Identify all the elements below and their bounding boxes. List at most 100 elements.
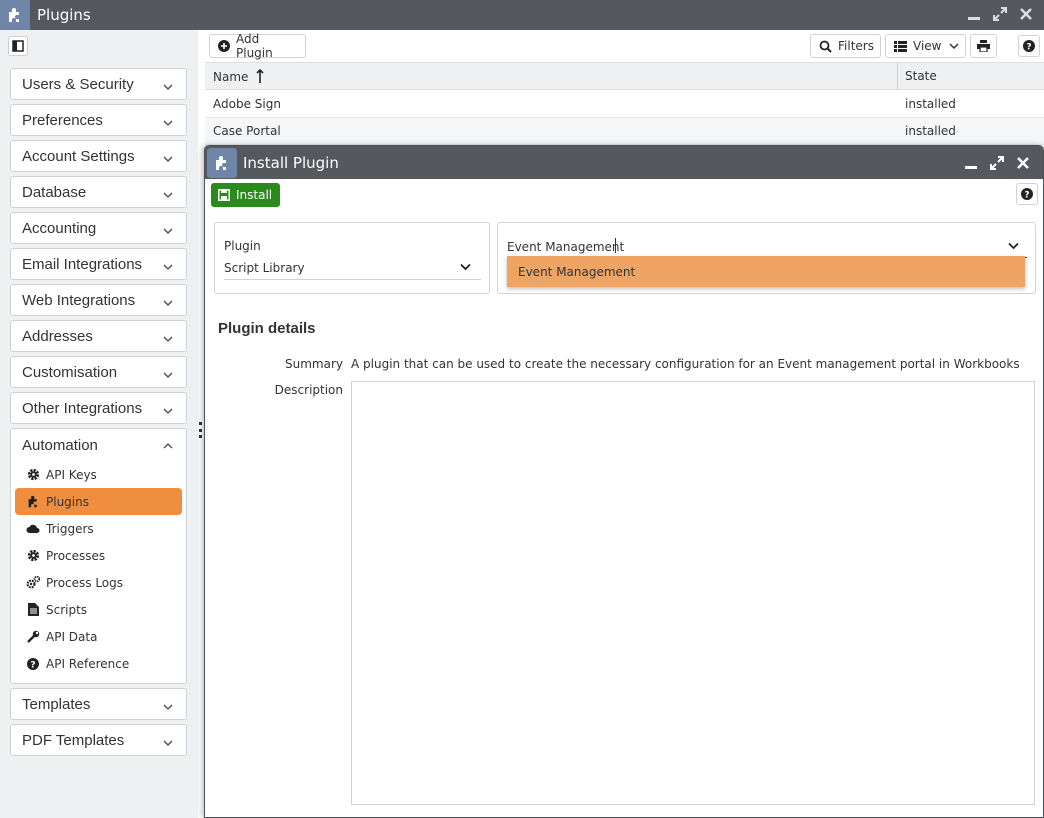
svg-text:?: ? xyxy=(1024,191,1029,201)
help-button[interactable]: ? xyxy=(1018,35,1040,57)
install-button[interactable]: Install xyxy=(211,183,280,207)
splitter-handle[interactable] xyxy=(199,422,202,438)
install-plugin-dialog: Install Plugin Install ? Plugin Script L… xyxy=(204,145,1044,818)
puzzle-icon xyxy=(26,495,40,509)
sidebar-group-customisation[interactable]: Customisation xyxy=(10,356,187,388)
wrench-icon xyxy=(26,630,40,644)
chevron-down-icon[interactable] xyxy=(163,734,173,751)
sidebar-group-database[interactable]: Database xyxy=(10,176,187,208)
sidebar-toggle-icon[interactable] xyxy=(8,36,28,56)
chevron-down-icon[interactable] xyxy=(163,222,173,239)
column-name[interactable]: Name xyxy=(213,68,264,86)
chevron-down-icon[interactable] xyxy=(460,263,471,271)
sidebar-item-label: API Data xyxy=(46,629,98,644)
sidebar-group-account-settings[interactable]: Account Settings xyxy=(10,140,187,172)
sidebar-item-label: Triggers xyxy=(46,521,94,536)
dialog-titlebar: Install Plugin xyxy=(205,146,1043,179)
table-row[interactable]: Case Portal installed xyxy=(205,118,1044,145)
sidebar-group-label: Users & Security xyxy=(22,75,134,93)
sidebar-group-users-security[interactable]: Users & Security xyxy=(10,68,187,100)
print-icon xyxy=(977,40,990,52)
sort-ascending-icon xyxy=(256,68,264,86)
sidebar-group-pdf-templates[interactable]: PDF Templates xyxy=(10,724,187,756)
sidebar-item-api-reference[interactable]: ? API Reference xyxy=(15,650,182,677)
sidebar-item-api-data[interactable]: API Data xyxy=(15,623,182,650)
svg-text:?: ? xyxy=(1026,43,1031,53)
print-button[interactable] xyxy=(970,34,997,58)
filters-button[interactable]: Filters xyxy=(810,34,881,58)
chevron-down-icon[interactable] xyxy=(163,402,173,419)
chevron-down-icon[interactable] xyxy=(163,78,173,95)
sidebar-item-process-logs[interactable]: Process Logs xyxy=(15,569,182,596)
table-row[interactable]: Adobe Sign installed xyxy=(205,91,1044,118)
column-state[interactable]: State xyxy=(905,69,937,83)
maximize-icon[interactable] xyxy=(989,155,1005,171)
file-icon xyxy=(26,603,40,617)
question-icon: ? xyxy=(26,657,40,671)
list-icon xyxy=(894,40,907,52)
sidebar-group-accounting[interactable]: Accounting xyxy=(10,212,187,244)
sidebar-item-triggers[interactable]: Triggers xyxy=(15,515,182,542)
question-icon: ? xyxy=(1021,188,1033,200)
window-titlebar: Plugins xyxy=(0,0,1044,30)
gears-icon xyxy=(26,576,40,590)
plus-circle-icon xyxy=(218,40,230,52)
chevron-down-icon[interactable] xyxy=(163,366,173,383)
save-icon xyxy=(218,189,230,201)
dialog-title: Install Plugin xyxy=(243,153,339,172)
sidebar-group-label: Database xyxy=(22,183,87,201)
chevron-down-icon[interactable] xyxy=(163,330,173,347)
dialog-help-button[interactable]: ? xyxy=(1016,183,1038,205)
sidebar-group-automation[interactable]: Automation API Keys Plugins Triggers Proces… xyxy=(10,428,187,684)
description-field[interactable] xyxy=(351,381,1035,805)
sidebar-group-label: Accounting xyxy=(22,219,97,237)
sidebar-item-label: Processes xyxy=(46,548,106,563)
sidebar-group-other-integrations[interactable]: Other Integrations xyxy=(10,392,187,424)
summary-text: A plugin that can be used to create the … xyxy=(351,357,1020,371)
plugin-label: Plugin xyxy=(224,239,261,253)
sidebar-group-label: Preferences xyxy=(22,111,103,129)
sidebar-item-label: Scripts xyxy=(46,602,88,617)
sidebar-item-label: API Keys xyxy=(46,467,97,482)
sidebar-item-scripts[interactable]: Scripts xyxy=(15,596,182,623)
chevron-down-icon[interactable] xyxy=(163,258,173,275)
close-icon[interactable] xyxy=(1018,6,1034,22)
minimize-icon[interactable] xyxy=(963,155,979,171)
sidebar: Users & Security Preferences Account Setti… xyxy=(0,30,198,818)
sidebar-item-plugins[interactable]: Plugins xyxy=(15,488,182,515)
chevron-up-icon[interactable] xyxy=(163,438,173,455)
sidebar-group-label: Templates xyxy=(22,695,91,713)
minimize-icon[interactable] xyxy=(966,6,982,22)
close-icon[interactable] xyxy=(1015,155,1031,171)
summary-label: Summary xyxy=(285,357,343,371)
sidebar-item-label: API Reference xyxy=(46,656,130,671)
dropdown-option[interactable]: Event Management xyxy=(507,256,1025,287)
chevron-down-icon[interactable] xyxy=(163,150,173,167)
chevron-down-icon[interactable] xyxy=(1008,242,1019,250)
sidebar-group-label: Customisation xyxy=(22,363,118,381)
sidebar-group-email-integrations[interactable]: Email Integrations xyxy=(10,248,187,280)
add-plugin-button[interactable]: Add Plugin xyxy=(209,32,306,60)
sidebar-item-label: Process Logs xyxy=(46,575,124,590)
search-icon xyxy=(819,40,832,53)
chevron-down-icon[interactable] xyxy=(163,698,173,715)
sidebar-group-web-integrations[interactable]: Web Integrations xyxy=(10,284,187,316)
chevron-down-icon[interactable] xyxy=(163,114,173,131)
sidebar-group-label: Automation xyxy=(22,436,98,454)
sidebar-group-addresses[interactable]: Addresses xyxy=(10,320,187,352)
maximize-icon[interactable] xyxy=(992,6,1008,22)
sidebar-group-header[interactable]: Automation xyxy=(11,429,186,461)
view-button[interactable]: View xyxy=(885,34,966,58)
plugin-name-input[interactable]: Event Management xyxy=(507,240,624,254)
sidebar-group-preferences[interactable]: Preferences xyxy=(10,104,187,136)
cloud-icon xyxy=(26,522,40,536)
sidebar-group-label: Other Integrations xyxy=(22,399,143,417)
sidebar-item-processes[interactable]: Processes xyxy=(15,542,182,569)
sidebar-group-label: PDF Templates xyxy=(22,731,125,749)
chevron-down-icon[interactable] xyxy=(163,186,173,203)
chevron-down-icon[interactable] xyxy=(163,294,173,311)
plugin-select[interactable]: Script Library xyxy=(224,261,305,275)
question-icon: ? xyxy=(1023,40,1035,52)
sidebar-item-api-keys[interactable]: API Keys xyxy=(15,461,182,488)
sidebar-group-templates[interactable]: Templates xyxy=(10,688,187,720)
